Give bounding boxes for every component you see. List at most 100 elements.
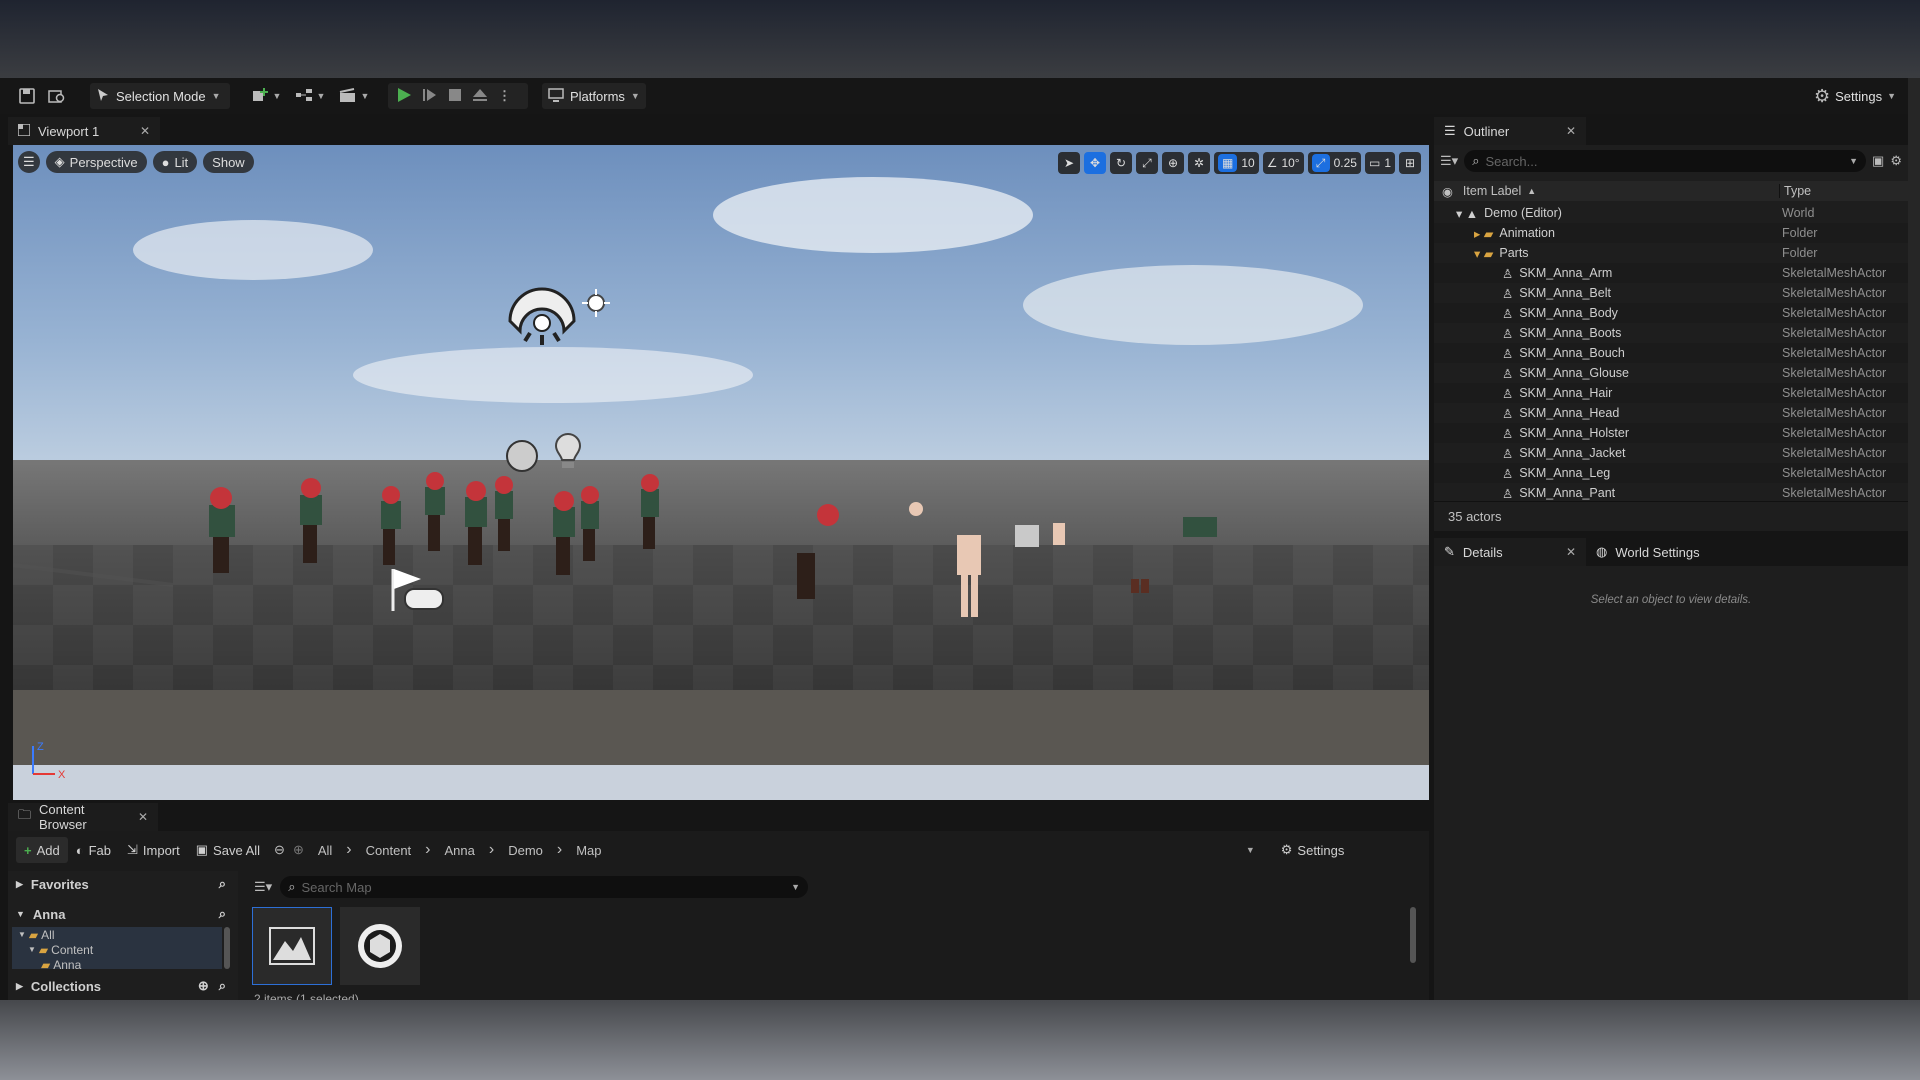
outliner-row[interactable]: ♙ SKM_Anna_Bouch SkeletalMeshActor [1434,343,1908,363]
select-tool-icon[interactable]: ➤ [1057,152,1080,174]
breadcrumb-item[interactable]: Map [576,843,601,858]
translate-tool-icon[interactable]: ✥ [1083,152,1106,174]
grid-snap-toggle[interactable]: ▦ 10 [1213,152,1259,174]
outliner-row[interactable]: ♙ SKM_Anna_Boots SkeletalMeshActor [1434,323,1908,343]
outliner-row-type: SkeletalMeshActor [1782,366,1887,380]
column-item-label[interactable]: Item Label [1463,184,1521,198]
back-icon[interactable]: ⊖ [274,842,285,858]
tab-viewport-1[interactable]: Viewport 1 ✕ [8,117,160,145]
outliner-row[interactable]: ♙ SKM_Anna_Hair SkeletalMeshActor [1434,383,1908,403]
actor-count: 35 actors [1434,501,1908,531]
breadcrumb-item[interactable]: All [318,843,332,858]
tab-details[interactable]: ✎ Details ✕ [1434,538,1586,566]
outliner-row[interactable]: ♙ SKM_Anna_Holster SkeletalMeshActor [1434,423,1908,443]
world-space-icon[interactable]: ⊕ [1161,152,1184,174]
scale-tool-icon[interactable]: ⤢ [1135,152,1158,174]
close-icon[interactable]: ✕ [138,810,148,824]
asset-tile-map[interactable] [252,907,332,985]
add-label: Add [36,842,60,858]
perspective-button[interactable]: ◈ Perspective [45,151,147,173]
scale-snap-value: 0.25 [1333,156,1357,170]
play-icon[interactable] [396,87,412,106]
favorites-label: Favorites [30,876,89,892]
tree-scrollbar[interactable] [224,927,230,969]
camera-speed-button[interactable]: ▭ 1 [1364,152,1395,174]
breadcrumb-item[interactable]: Anna [445,843,475,858]
outliner-row[interactable]: ♙ SKM_Anna_Head SkeletalMeshActor [1434,403,1908,423]
tab-content-browser[interactable]: 🗀 Content Browser ✕ [8,802,158,832]
tab-world-settings[interactable]: ◍ World Settings [1586,538,1710,566]
save-icon[interactable] [12,83,42,109]
rotation-snap-toggle[interactable]: ∠ 10° [1262,152,1304,174]
globe-icon: ◍ [1596,544,1608,559]
layout-icon[interactable]: ⊞ [1399,152,1421,174]
breadcrumb-item[interactable]: Content [366,843,412,858]
tree-item-all[interactable]: ▼ ▰ All [12,927,222,942]
add-actor-button[interactable]: ▼ [244,83,288,109]
outliner-row[interactable]: ♙ SKM_Anna_Arm SkeletalMeshActor [1434,263,1908,283]
filter-icon[interactable]: ☰▾ [1440,153,1458,169]
scale-snap-icon: ⤢ [1311,154,1330,172]
add-collection-icon[interactable]: ⊕ [198,978,209,994]
viewport-menu-button[interactable]: ☰ [18,151,40,173]
search-icon[interactable]: ⌕ [219,906,226,922]
chevron-down-icon[interactable]: ▼ [1246,845,1255,855]
plus-icon: + [24,842,32,858]
add-folder-icon[interactable]: ▣ [1872,153,1884,169]
eye-icon[interactable]: ◉ [1442,184,1453,199]
step-icon[interactable] [422,87,438,106]
outliner-tree: ▾ ▲ Demo (Editor) World ▸ ▰ Animation Folder ▾… [1434,203,1908,501]
search-icon[interactable]: ⌕ [219,876,226,892]
save-all-button[interactable]: ▣ Save All [188,837,268,863]
add-button[interactable]: + Add [16,837,68,863]
blueprint-button[interactable]: ▼ [288,83,332,109]
tree-item-content[interactable]: ▼ ▰ Content [12,942,222,957]
outliner-row[interactable]: ▾ ▰ Parts Folder [1434,243,1908,263]
close-icon[interactable]: ✕ [1566,545,1576,559]
outliner-row[interactable]: ♙ SKM_Anna_Leg SkeletalMeshActor [1434,463,1908,483]
favorites-section[interactable]: ▶ Favorites ⌕ [8,871,238,897]
rotate-tool-icon[interactable]: ↻ [1109,152,1132,174]
tree-item-anna[interactable]: ▰ Anna [12,957,222,970]
surface-snap-icon[interactable]: ✲ [1187,152,1210,174]
forward-icon[interactable]: ⊕ [293,842,304,858]
lit-button[interactable]: ● Lit [152,151,198,173]
filter-icon[interactable]: ☰▾ [254,879,272,895]
anna-section[interactable]: ▼ Anna ⌕ [8,901,238,927]
asset-search-input[interactable]: ⌕ Search Map ▼ [280,876,808,898]
settings-dropdown[interactable]: ⚙ Settings ▼ [1814,83,1896,109]
selection-mode-dropdown[interactable]: Selection Mode ▼ [90,83,230,109]
outliner-row[interactable]: ♙ SKM_Anna_Belt SkeletalMeshActor [1434,283,1908,303]
sources-panel: ▶ Favorites ⌕ ▼ Anna ⌕ ▼ ▰ All ▼ ▰ Content ▰ Anna… [8,871,238,1000]
outliner-row[interactable]: ♙ SKM_Anna_Pant SkeletalMeshActor [1434,483,1908,501]
outliner-row[interactable]: ♙ SKM_Anna_Glouse SkeletalMeshActor [1434,363,1908,383]
stop-icon[interactable] [448,88,462,105]
scale-snap-toggle[interactable]: ⤢ 0.25 [1307,152,1361,174]
asset-tile-mesh[interactable] [340,907,420,985]
outliner-row-label: SKM_Anna_Holster [1519,426,1629,440]
breadcrumb-item[interactable]: Demo [508,843,543,858]
eject-icon[interactable] [472,88,488,105]
level-viewport[interactable]: Z X ☰ ◈ Perspective ● Lit Show ➤ ✥ ↻ ⤢ ⊕ ✲… [13,145,1429,800]
content-settings-button[interactable]: ⚙ Settings [1273,837,1353,863]
import-button[interactable]: ⇲ Import [119,837,188,863]
outliner-search-input[interactable]: ⌕ Search... ▼ [1464,150,1867,172]
gear-icon[interactable]: ⚙ [1890,153,1902,169]
column-type[interactable]: Type [1779,184,1811,198]
browse-content-icon[interactable] [42,83,72,109]
close-icon[interactable]: ✕ [140,124,150,138]
platforms-dropdown[interactable]: Platforms ▼ [542,83,646,109]
asset-scrollbar[interactable] [1410,907,1416,963]
search-icon[interactable]: ⌕ [219,978,226,994]
show-button[interactable]: Show [203,151,254,173]
outliner-row[interactable]: ▾ ▲ Demo (Editor) World [1434,203,1908,223]
cinematics-button[interactable]: ▼ [332,83,376,109]
outliner-row[interactable]: ♙ SKM_Anna_Body SkeletalMeshActor [1434,303,1908,323]
tab-outliner[interactable]: ☰ Outliner ✕ [1434,117,1586,145]
fab-button[interactable]: ◐ Fab [68,837,119,863]
outliner-row[interactable]: ♙ SKM_Anna_Jacket SkeletalMeshActor [1434,443,1908,463]
close-icon[interactable]: ✕ [1566,124,1576,138]
collections-section[interactable]: ▶ Collections ⊕ ⌕ [8,973,238,999]
outliner-row[interactable]: ▸ ▰ Animation Folder [1434,223,1908,243]
more-options-icon[interactable]: ⋮ [498,88,511,104]
